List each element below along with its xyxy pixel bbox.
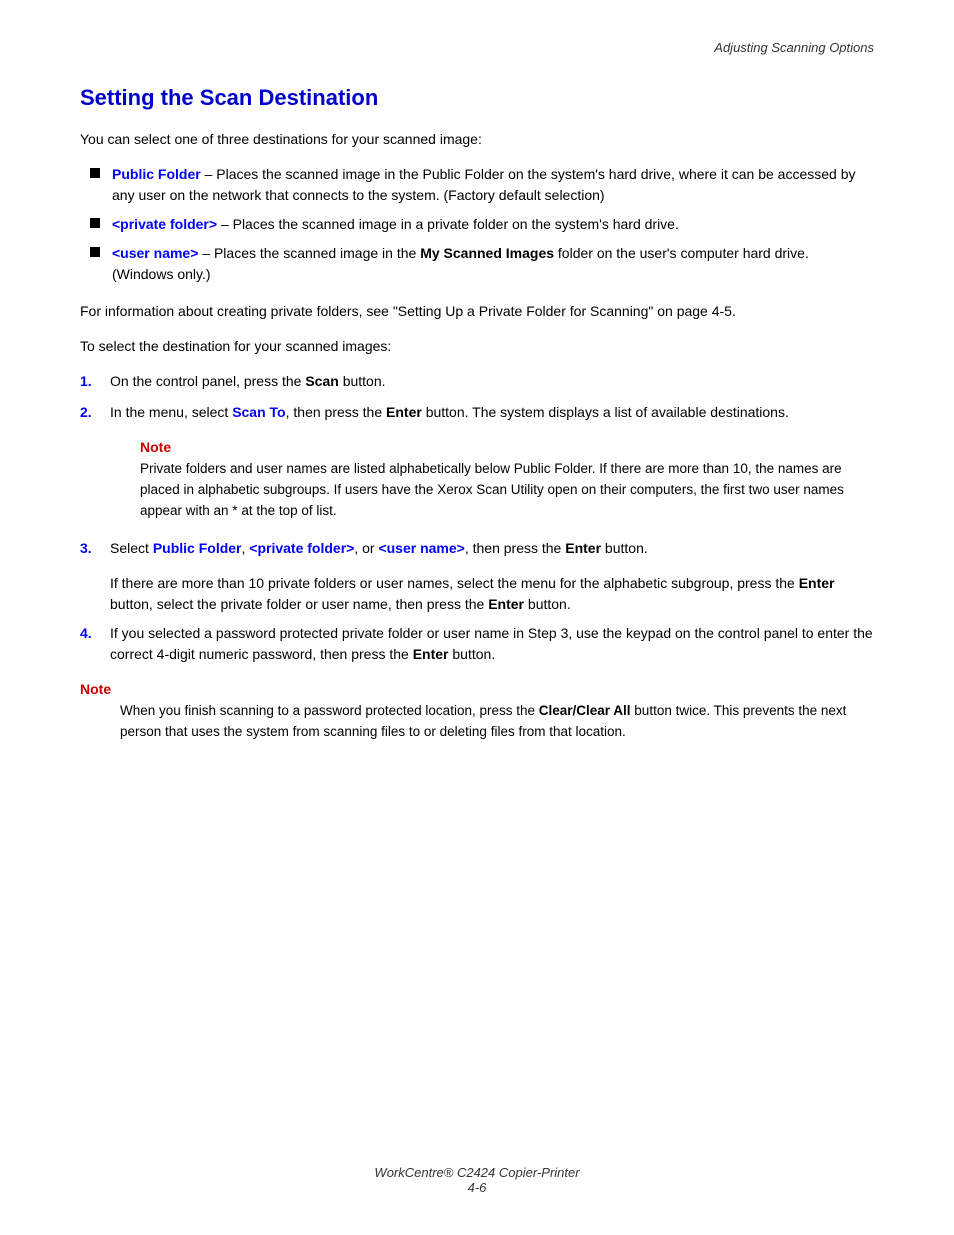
step-3: 3. Select Public Folder, <private folder… bbox=[80, 538, 874, 559]
step-2-text: In the menu, select Scan To, then press … bbox=[110, 402, 874, 423]
step-4-list: 4. If you selected a password protected … bbox=[80, 623, 874, 665]
step-4: 4. If you selected a password protected … bbox=[80, 623, 874, 665]
step-3-text: Select Public Folder, <private folder>, … bbox=[110, 538, 874, 559]
list-item: <user name> – Places the scanned image i… bbox=[90, 243, 874, 285]
public-folder-link: Public Folder bbox=[112, 166, 201, 182]
step-2-number: 2. bbox=[80, 402, 110, 423]
step-1: 1. On the control panel, press the Scan … bbox=[80, 371, 874, 392]
step3-public-folder: Public Folder bbox=[153, 540, 242, 556]
header-section-title: Adjusting Scanning Options bbox=[80, 40, 874, 55]
private-folder-link: <private folder> bbox=[112, 216, 217, 232]
step-2: 2. In the menu, select Scan To, then pre… bbox=[80, 402, 874, 423]
step-4-text: If you selected a password protected pri… bbox=[110, 623, 874, 665]
step-3-number: 3. bbox=[80, 538, 110, 559]
step3-private-folder: <private folder> bbox=[249, 540, 354, 556]
bullet-icon bbox=[90, 168, 100, 178]
list-item: Public Folder – Places the scanned image… bbox=[90, 164, 874, 206]
steps-list: 1. On the control panel, press the Scan … bbox=[80, 371, 874, 423]
note-2-title: Note bbox=[80, 681, 874, 697]
footer-product-name: WorkCentre® C2424 Copier-Printer bbox=[0, 1165, 954, 1180]
note-1-title: Note bbox=[140, 439, 874, 455]
destination-list: Public Folder – Places the scanned image… bbox=[80, 164, 874, 285]
note-1-block: Note Private folders and user names are … bbox=[140, 439, 874, 522]
step-1-text: On the control panel, press the Scan but… bbox=[110, 371, 874, 392]
para-private-folders: For information about creating private f… bbox=[80, 301, 874, 322]
para-instructions-intro: To select the destination for your scann… bbox=[80, 336, 874, 357]
bullet-icon bbox=[90, 247, 100, 257]
step-4-number: 4. bbox=[80, 623, 110, 644]
intro-paragraph: You can select one of three destinations… bbox=[80, 129, 874, 150]
step-3-sub-para: If there are more than 10 private folder… bbox=[110, 573, 874, 615]
list-item-text: <private folder> – Places the scanned im… bbox=[112, 214, 874, 235]
note-2-block: Note When you finish scanning to a passw… bbox=[80, 681, 874, 743]
list-item: <private folder> – Places the scanned im… bbox=[90, 214, 874, 235]
bullet-icon bbox=[90, 218, 100, 228]
step-3-list: 3. Select Public Folder, <private folder… bbox=[80, 538, 874, 559]
footer-page-number: 4-6 bbox=[0, 1180, 954, 1195]
page-title: Setting the Scan Destination bbox=[80, 85, 874, 111]
note-1-content: Private folders and user names are liste… bbox=[140, 459, 874, 522]
page-footer: WorkCentre® C2424 Copier-Printer 4-6 bbox=[0, 1165, 954, 1195]
list-item-text: Public Folder – Places the scanned image… bbox=[112, 164, 874, 206]
scan-to-link: Scan To bbox=[232, 404, 285, 420]
list-item-text: <user name> – Places the scanned image i… bbox=[112, 243, 874, 285]
user-name-link: <user name> bbox=[112, 245, 198, 261]
step-1-number: 1. bbox=[80, 371, 110, 392]
note-2-content: When you finish scanning to a password p… bbox=[80, 701, 874, 743]
step3-user-name: <user name> bbox=[378, 540, 464, 556]
